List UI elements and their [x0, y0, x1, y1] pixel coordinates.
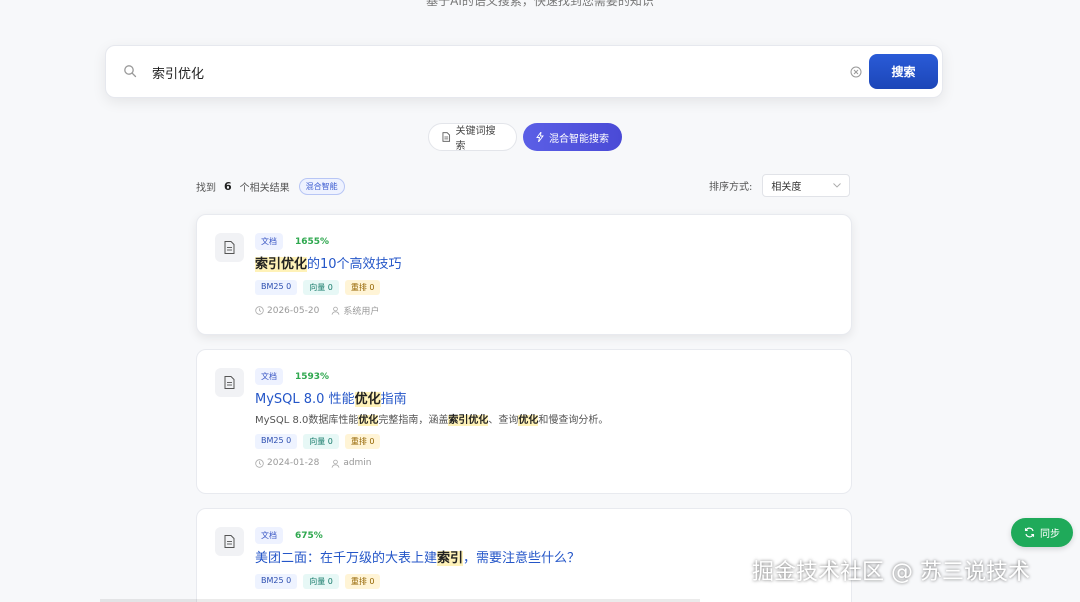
result-date: 2024-01-28 — [267, 458, 320, 468]
vector-tag: 向量 0 — [303, 280, 339, 295]
result-doc-icon-box — [215, 233, 244, 262]
result-desc-part: MySQL 8.0数据库性能 — [255, 415, 359, 426]
rerank-tag: 重排 0 — [344, 434, 381, 449]
page-subtitle: 基于AI的语义搜索，快速找到您需要的知识 — [426, 0, 654, 8]
result-author: admin — [343, 458, 372, 468]
result-summary: 找到 6 个相关结果 混合智能 — [196, 178, 345, 195]
result-date-item: 2026-05-20 — [255, 306, 319, 316]
result-card[interactable]: 文档 1593% MySQL 8.0 性能优化指南 MySQL 8.0数据库性能优化完… — [196, 349, 852, 494]
result-title[interactable]: 美团二面：在千万级的大表上建索引，需要注意些什么？ — [255, 550, 831, 568]
result-count: 6 — [224, 180, 232, 193]
result-title-part: 优化 — [354, 392, 381, 407]
chevron-down-icon — [833, 183, 842, 188]
result-type-badge: 文档 — [255, 233, 283, 250]
mode-badge: 混合智能 — [298, 178, 345, 195]
sync-label: 同步 — [1040, 529, 1060, 540]
bm25-tag: BM25 0 — [255, 434, 298, 449]
vector-tag: 向量 0 — [303, 434, 339, 449]
bm25-tag: BM25 0 — [255, 280, 298, 295]
search-icon — [124, 65, 137, 78]
result-title-part: 的10个高效技巧 — [307, 257, 402, 272]
sort-area: 排序方式: 相关度 — [709, 174, 851, 197]
tab-keyword-search[interactable]: 关键词搜索 — [428, 123, 517, 152]
result-date: 2026-05-20 — [267, 305, 320, 316]
result-title-part: 美团二面：在千万级的大表上建 — [255, 551, 438, 566]
result-title[interactable]: MySQL 8.0 性能优化指南 — [255, 391, 831, 409]
summary-prefix: 找到 — [196, 183, 216, 194]
score-tags: BM25 0 向量 0 重排 0 — [255, 574, 831, 589]
result-card[interactable]: 文档 1655% 索引优化的10个高效技巧 BM25 0 向量 0 重排 0 2026-05… — [196, 214, 852, 335]
result-description: MySQL 8.0数据库性能优化完整指南，涵盖索引优化、查询优化和慢查询分析。 — [255, 414, 831, 428]
result-doc-icon-box — [215, 527, 244, 556]
watermark: 掘金技术社区 @ 苏三说技术 — [752, 560, 1030, 585]
result-meta: 2026-05-20 系统用户 — [255, 304, 831, 317]
result-desc-part: 、查询 — [488, 415, 519, 426]
result-head-row: 文档 1593% — [255, 368, 831, 385]
clock-icon — [255, 306, 264, 315]
clear-icon[interactable] — [850, 66, 862, 78]
result-title-part: MySQL 8.0 性能 — [255, 392, 355, 407]
result-title-part: ，需要注意些什么？ — [463, 551, 581, 566]
summary-suffix: 个相关结果 — [239, 183, 290, 194]
sort-selected-value: 相关度 — [771, 182, 802, 193]
document-icon — [224, 535, 235, 548]
result-desc-part: 优化 — [518, 415, 539, 426]
search-input[interactable] — [152, 59, 832, 85]
search-button[interactable]: 搜索 — [869, 54, 938, 89]
result-type-badge: 文档 — [255, 368, 283, 385]
result-title-part: 索引优化 — [255, 257, 308, 272]
result-type-badge: 文档 — [255, 527, 283, 544]
result-desc-part: 完整指南，涵盖 — [378, 415, 449, 426]
user-icon — [331, 306, 340, 315]
search-box: 搜索 — [105, 45, 943, 98]
result-title-part: 指南 — [380, 392, 407, 407]
document-icon — [224, 376, 235, 389]
user-icon — [331, 459, 340, 468]
refresh-icon — [1024, 527, 1035, 538]
score-tags: BM25 0 向量 0 重排 0 — [255, 434, 831, 449]
result-desc-part: 和慢查询分析。 — [538, 415, 609, 426]
vector-tag: 向量 0 — [303, 574, 339, 589]
sync-button[interactable]: 同步 — [1011, 518, 1073, 547]
result-score: 1655% — [295, 236, 330, 247]
result-card-body: 文档 1593% MySQL 8.0 性能优化指南 MySQL 8.0数据库性能优化完… — [255, 368, 831, 468]
result-head-row: 文档 1655% — [255, 233, 831, 250]
sort-select[interactable]: 相关度 — [762, 174, 851, 197]
bm25-tag: BM25 0 — [255, 574, 298, 589]
lightning-icon — [536, 132, 544, 142]
document-icon — [224, 241, 235, 254]
search-mode-tabs: 关键词搜索 混合智能搜索 — [428, 123, 622, 152]
result-meta: 2024-01-28 admin — [255, 458, 831, 468]
rerank-tag: 重排 0 — [344, 280, 381, 295]
result-author-item: admin — [331, 458, 372, 468]
result-head-row: 文档 675% — [255, 527, 831, 544]
result-date-item: 2024-01-28 — [255, 458, 319, 468]
result-title[interactable]: 索引优化的10个高效技巧 — [255, 256, 831, 274]
result-doc-icon-box — [215, 368, 244, 397]
result-score: 1593% — [295, 371, 330, 382]
clock-icon — [255, 458, 264, 468]
result-card-body: 文档 1655% 索引优化的10个高效技巧 BM25 0 向量 0 重排 0 2026-05… — [255, 233, 831, 317]
result-author: 系统用户 — [343, 307, 380, 317]
rerank-tag: 重排 0 — [344, 574, 381, 589]
tab-hybrid-search[interactable]: 混合智能搜索 — [523, 123, 622, 151]
result-desc-part: 优化 — [358, 415, 379, 426]
document-icon — [442, 132, 451, 142]
result-score: 675% — [295, 530, 323, 541]
tab-keyword-label: 关键词搜索 — [455, 126, 496, 152]
result-card-body: 文档 675% 美团二面：在千万级的大表上建索引，需要注意些什么？ BM25 0 向量 … — [255, 527, 831, 589]
result-author-item: 系统用户 — [331, 304, 379, 317]
result-title-part: 索引 — [437, 551, 464, 566]
tab-hybrid-label: 混合智能搜索 — [549, 133, 609, 145]
sort-label: 排序方式: — [709, 182, 753, 193]
result-desc-part: 索引优化 — [448, 415, 489, 426]
score-tags: BM25 0 向量 0 重排 0 — [255, 280, 831, 295]
